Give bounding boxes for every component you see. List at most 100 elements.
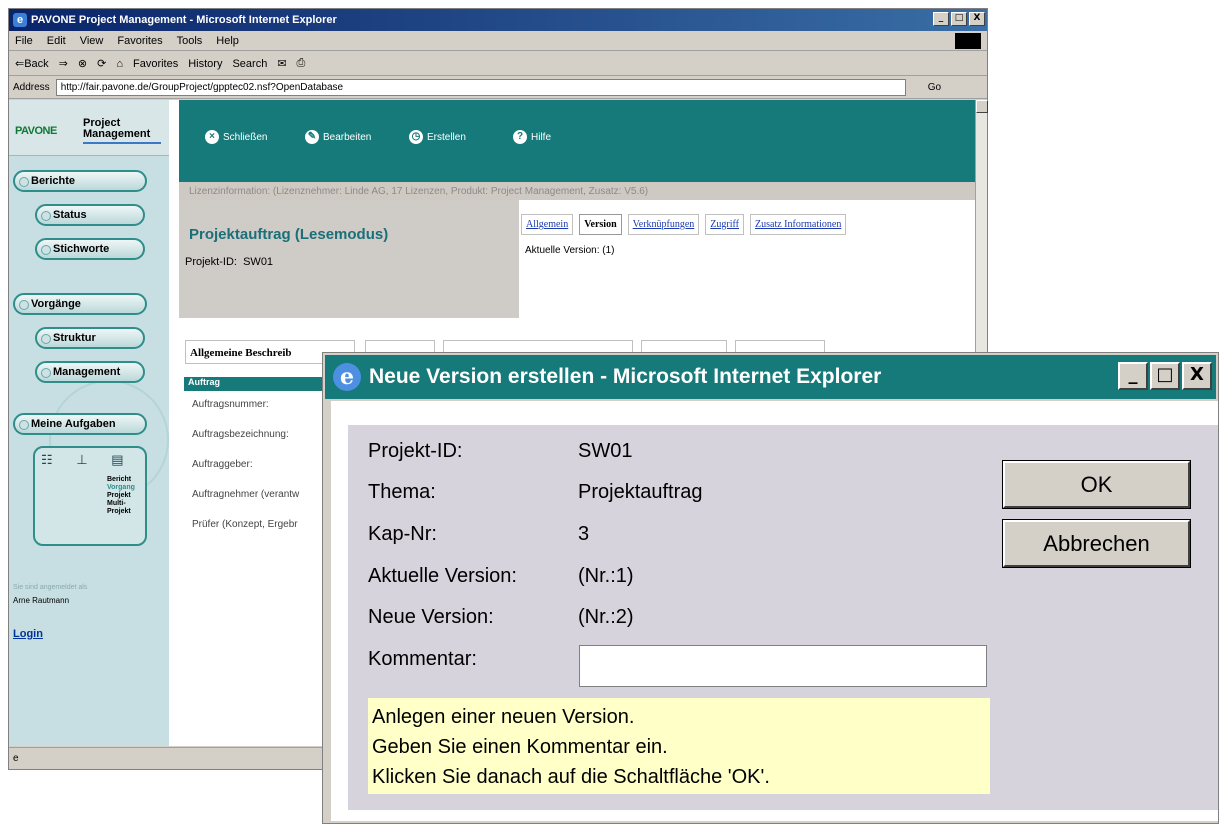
dialog-close-button[interactable]: X bbox=[1182, 362, 1212, 390]
field-auftraggeber: Auftraggeber: bbox=[192, 459, 253, 470]
home-icon[interactable]: ⌂ bbox=[116, 58, 123, 70]
field-auftragsbezeichnung: Auftragsbezeichnung: bbox=[192, 429, 289, 440]
browser-toolbar: ⇐Back ⇒ ⊗ ⟳ ⌂ Favorites History Search ✉… bbox=[9, 52, 987, 76]
scroll-up-button[interactable] bbox=[976, 100, 988, 113]
nav-meine-aufgaben[interactable]: Meine Aufgaben bbox=[13, 413, 147, 435]
field-auftragnehmer: Auftragnehmer (verantw bbox=[192, 489, 300, 500]
favorites-button[interactable]: Favorites bbox=[133, 58, 178, 70]
dialog-title-bar: e Neue Version erstellen - Microsoft Int… bbox=[325, 355, 1216, 399]
label-aktuelle-version: Aktuelle Version: bbox=[368, 565, 517, 587]
current-version-text: Aktuelle Version: (1) bbox=[525, 245, 615, 256]
menu-view[interactable]: View bbox=[80, 35, 104, 47]
label-kap-nr: Kap-Nr: bbox=[368, 523, 437, 545]
pavone-logo: PAVONE bbox=[15, 125, 57, 137]
dialog-minimize-button[interactable]: _ bbox=[1118, 362, 1148, 390]
close-circle-icon: × bbox=[205, 130, 219, 144]
print-icon[interactable]: ⎙ bbox=[297, 57, 306, 70]
product-name: Project Management bbox=[83, 117, 151, 140]
minimize-button[interactable]: _ bbox=[933, 12, 949, 26]
logged-in-label: Sie sind angemeldet als bbox=[13, 584, 88, 591]
label-neue-version: Neue Version: bbox=[368, 606, 494, 628]
label-projekt-id: Projekt-ID: bbox=[368, 440, 463, 462]
mail-icon[interactable]: ✉ bbox=[277, 57, 286, 70]
help-line: Klicken Sie danach auf die Schaltfläche … bbox=[372, 766, 770, 788]
view-vorgang[interactable]: Vorgang bbox=[107, 484, 135, 492]
ok-button[interactable]: OK bbox=[1002, 460, 1191, 509]
nav-struktur[interactable]: Struktur bbox=[35, 327, 145, 349]
view-switcher-icons[interactable]: ☷ ⊥ ▤ bbox=[41, 452, 134, 468]
menu-file[interactable]: File bbox=[15, 35, 33, 47]
close-button[interactable]: X bbox=[969, 12, 985, 26]
nav-vorgaenge[interactable]: Vorgänge bbox=[13, 293, 147, 315]
tab-version[interactable]: Version bbox=[579, 214, 622, 235]
user-name: Arne Rautmann bbox=[13, 596, 70, 605]
page-status-icon: e bbox=[13, 753, 19, 764]
tab-verknuepfungen[interactable]: Verknüpfungen bbox=[627, 214, 700, 235]
help-line: Anlegen einer neuen Version. bbox=[372, 706, 635, 728]
hilfe-button[interactable]: ? Hilfe bbox=[513, 130, 551, 144]
tab-zugriff[interactable]: Zugriff bbox=[705, 214, 744, 235]
abbrechen-button[interactable]: Abbrechen bbox=[1002, 519, 1191, 568]
browser-title: PAVONE Project Management - Microsoft In… bbox=[31, 14, 337, 26]
view-multi-projekt[interactable]: Projekt bbox=[107, 508, 135, 516]
nav-stichworte[interactable]: Stichworte bbox=[35, 238, 145, 260]
login-link[interactable]: Login bbox=[13, 628, 43, 640]
help-line: Geben Sie einen Kommentar ein. bbox=[372, 736, 668, 758]
label-kommentar: Kommentar: bbox=[368, 648, 477, 670]
menu-tools[interactable]: Tools bbox=[177, 35, 203, 47]
address-label: Address bbox=[13, 82, 50, 93]
nav-management[interactable]: Management bbox=[35, 361, 145, 383]
document-header: Projektauftrag (Lesemodus) Projekt-ID: S… bbox=[179, 200, 519, 318]
tab-allgemein[interactable]: Allgemein bbox=[521, 214, 574, 235]
value-aktuelle-version: (Nr.:1) bbox=[578, 565, 634, 587]
view-multi[interactable]: Multi- bbox=[107, 500, 135, 508]
dialog-maximize-button[interactable]: □ bbox=[1150, 362, 1180, 390]
tab-zusatz-informationen[interactable]: Zusatz Informationen bbox=[750, 214, 847, 235]
maximize-button[interactable]: □ bbox=[951, 12, 967, 26]
address-bar: Address http://fair.pavone.de/GroupProje… bbox=[9, 77, 987, 99]
app-logo: PAVONE Project Management bbox=[9, 100, 169, 156]
schliessen-button[interactable]: × Schließen bbox=[205, 130, 267, 144]
windows-flag-icon bbox=[955, 33, 981, 49]
view-bericht[interactable]: Bericht bbox=[107, 476, 135, 484]
erstellen-button[interactable]: ◷ Erstellen bbox=[409, 130, 466, 144]
value-projekt-id: SW01 bbox=[578, 440, 633, 462]
nav-berichte[interactable]: Berichte bbox=[13, 170, 147, 192]
create-icon: ◷ bbox=[409, 130, 423, 144]
field-auftragsnummer: Auftragsnummer: bbox=[192, 399, 269, 410]
ie-logo-icon: e bbox=[333, 363, 361, 391]
view-projekt[interactable]: Projekt bbox=[107, 492, 135, 500]
document-title: Projektauftrag (Lesemodus) bbox=[189, 226, 389, 243]
dialog-title: Neue Version erstellen - Microsoft Inter… bbox=[369, 365, 882, 388]
ie-logo-icon: e bbox=[13, 13, 27, 27]
menu-bar: File Edit View Favorites Tools Help bbox=[9, 31, 987, 51]
go-button[interactable]: Go bbox=[928, 82, 941, 93]
kommentar-input[interactable] bbox=[579, 645, 987, 687]
help-box: Anlegen einer neuen Version. Geben Sie e… bbox=[368, 698, 990, 794]
address-input[interactable]: http://fair.pavone.de/GroupProject/gppte… bbox=[55, 79, 906, 96]
view-switcher-labels: Bericht Vorgang Projekt Multi- Projekt bbox=[107, 476, 135, 516]
value-neue-version: (Nr.:2) bbox=[578, 606, 634, 628]
nav-status[interactable]: Status bbox=[35, 204, 145, 226]
menu-edit[interactable]: Edit bbox=[47, 35, 66, 47]
history-button[interactable]: History bbox=[188, 58, 222, 70]
menu-favorites[interactable]: Favorites bbox=[117, 35, 162, 47]
back-button[interactable]: ⇐Back bbox=[15, 57, 49, 70]
refresh-icon[interactable]: ⟳ bbox=[97, 57, 106, 70]
value-kap-nr: 3 bbox=[578, 523, 590, 545]
search-button[interactable]: Search bbox=[232, 58, 267, 70]
help-icon: ? bbox=[513, 130, 527, 144]
stop-icon[interactable]: ⊗ bbox=[78, 57, 87, 70]
app-toolbar: × Schließen ✎ Bearbeiten ◷ Erstellen ? Hilfe bbox=[179, 100, 975, 182]
menu-help[interactable]: Help bbox=[216, 35, 239, 47]
view-switcher-panel: ☷ ⊥ ▤ Bericht Vorgang Projekt Multi- Pro… bbox=[33, 446, 147, 546]
document-tabs: Allgemein Version Verknüpfungen Zugriff … bbox=[521, 214, 847, 235]
edit-icon: ✎ bbox=[305, 130, 319, 144]
browser-title-bar: e PAVONE Project Management - Microsoft … bbox=[9, 9, 987, 31]
label-thema: Thema: bbox=[368, 481, 436, 503]
forward-button[interactable]: ⇒ bbox=[59, 57, 68, 70]
field-pruefer: Prüfer (Konzept, Ergebr bbox=[192, 519, 298, 530]
section-header-auftrag: Auftrag bbox=[184, 377, 334, 391]
bearbeiten-button[interactable]: ✎ Bearbeiten bbox=[305, 130, 371, 144]
project-id: Projekt-ID: SW01 bbox=[185, 256, 274, 268]
